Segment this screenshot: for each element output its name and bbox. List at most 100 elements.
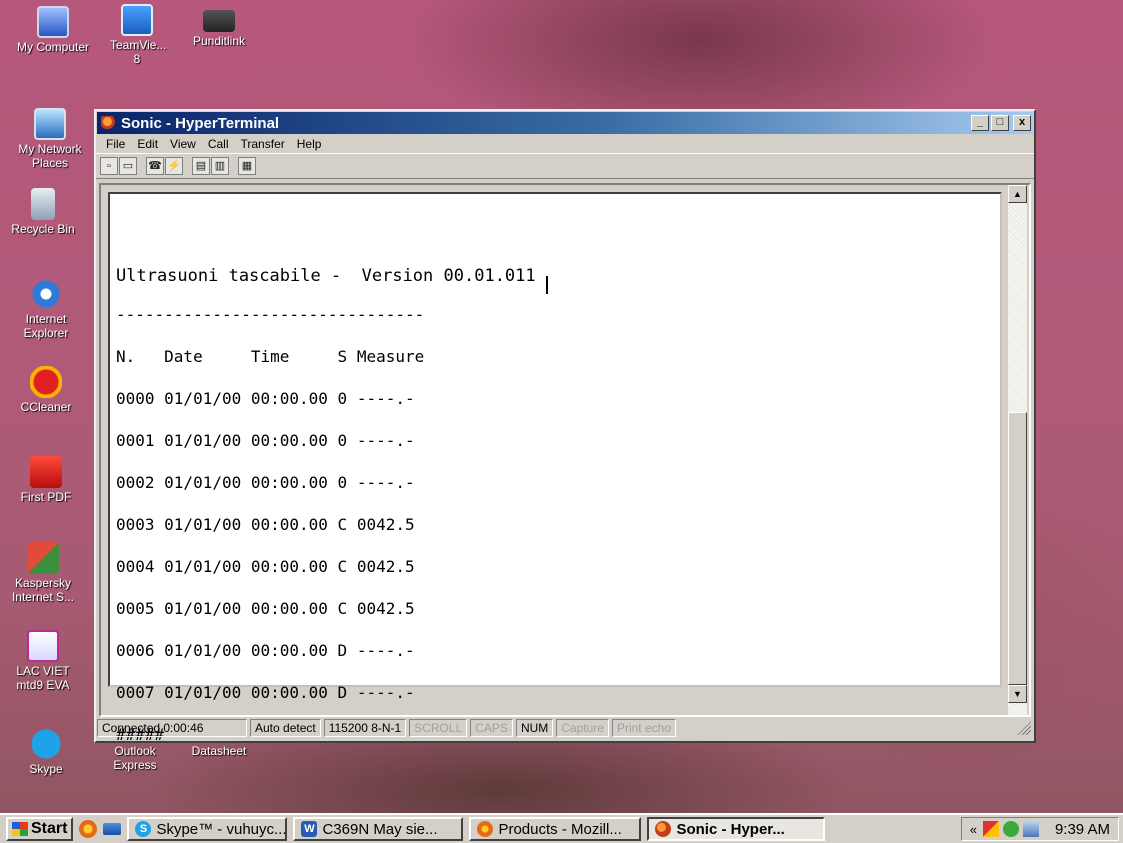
status-caps: CAPS xyxy=(470,719,513,737)
terminal-client-area: Ultrasuoni tascabile - Version 00.01.011… xyxy=(99,183,1031,743)
terminal-header-line: N. Date Time S Measure xyxy=(116,347,425,366)
taskbar: Start S Skype™ - vuhuyc... W C369N May s… xyxy=(0,813,1123,843)
terminal-row: 0002 01/01/00 00:00.00 0 ----.- xyxy=(116,473,415,492)
status-connected: Connected 0:00:46 xyxy=(97,719,247,737)
ccleaner-icon xyxy=(30,366,62,398)
recycle-bin-icon xyxy=(31,188,55,220)
status-detect: Auto detect xyxy=(250,719,321,737)
taskbar-item-label: Skype™ - vuhuyc... xyxy=(156,820,287,838)
desktop-icon-teamviewer[interactable]: TeamVie... 8 xyxy=(94,4,180,66)
desktop-icon-my-network-places[interactable]: My Network Places xyxy=(2,108,98,170)
scroll-up-icon[interactable]: ▲ xyxy=(1008,185,1027,203)
desktop-icon-label: TeamVie... 8 xyxy=(110,38,167,66)
taskbar-item-skype[interactable]: S Skype™ - vuhuyc... xyxy=(127,817,288,841)
status-capture: Capture xyxy=(556,719,609,737)
menu-view[interactable]: View xyxy=(164,137,202,151)
desktop-icon-label: Recycle Bin xyxy=(11,222,75,236)
desktop-icon-label: Punditlink xyxy=(192,34,246,48)
open-icon[interactable]: ▭ xyxy=(119,157,137,175)
maximize-button[interactable]: □ xyxy=(991,115,1009,131)
taskbar-item-word[interactable]: W C369N May sie... xyxy=(293,817,464,841)
taskbar-item-label: Products - Mozill... xyxy=(498,820,622,838)
menu-file[interactable]: File xyxy=(100,137,131,151)
terminal-rule-line: -------------------------------- xyxy=(116,305,425,324)
show-desktop-icon[interactable] xyxy=(103,823,122,835)
window-title: Sonic - HyperTerminal xyxy=(121,114,280,132)
desktop-icon-label: My Network Places xyxy=(18,142,82,170)
scroll-down-icon[interactable]: ▼ xyxy=(1008,685,1027,703)
menu-transfer[interactable]: Transfer xyxy=(235,137,291,151)
hyperterminal-icon xyxy=(101,116,117,130)
terminal-row: 0003 01/01/00 00:00.00 C 0042.5 xyxy=(116,515,415,534)
desktop-icon-label: Skype xyxy=(29,762,63,776)
new-icon[interactable]: ▫ xyxy=(100,157,118,175)
terminal-title-line: Ultrasuoni tascabile - Version 00.01.011 xyxy=(116,266,536,286)
desktop-icon-label: First PDF xyxy=(20,490,72,504)
desktop-icon-label: Internet Explorer xyxy=(23,312,69,340)
menu-help[interactable]: Help xyxy=(291,137,328,151)
tray-expand-icon[interactable]: « xyxy=(970,822,977,837)
close-button[interactable]: x xyxy=(1013,115,1031,131)
send-icon[interactable]: ▤ xyxy=(192,157,210,175)
word-icon: W xyxy=(301,821,318,837)
skype-icon xyxy=(30,728,62,760)
terminal-row: 0004 01/01/00 00:00.00 C 0042.5 xyxy=(116,557,415,576)
security-alert-icon[interactable] xyxy=(982,821,999,837)
taskbar-item-hyperterminal[interactable]: Sonic - Hyper... xyxy=(647,817,826,841)
desktop-icon-lac-viet[interactable]: LAC VIET mtd9 EVA xyxy=(0,630,86,692)
terminal-row: 0005 01/01/00 00:00.00 C 0042.5 xyxy=(116,599,415,618)
skype-icon: S xyxy=(135,821,152,837)
desktop-icon-kaspersky[interactable]: Kaspersky Internet S... xyxy=(0,542,86,604)
resize-grip-icon[interactable] xyxy=(1017,721,1031,735)
internet-explorer-icon xyxy=(30,278,62,310)
properties-icon[interactable]: ▦ xyxy=(238,157,256,175)
hyperterminal-window[interactable]: Sonic - HyperTerminal _ □ x File Edit Vi… xyxy=(94,109,1036,743)
terminal-screen[interactable]: Ultrasuoni tascabile - Version 00.01.011… xyxy=(108,192,1002,743)
pdf-icon xyxy=(30,456,62,488)
status-num: NUM xyxy=(515,719,554,737)
firefox-quicklaunch-icon[interactable] xyxy=(79,820,98,838)
menu-call[interactable]: Call xyxy=(202,137,235,151)
monitor-icon[interactable] xyxy=(1022,821,1039,837)
disconnect-icon[interactable]: ⚡ xyxy=(165,157,183,175)
desktop-icon-recycle-bin[interactable]: Recycle Bin xyxy=(0,188,86,236)
desktop-icon-label: LAC VIET mtd9 EVA xyxy=(16,664,70,692)
desktop-icon-label: CCleaner xyxy=(20,400,72,414)
status-bar: Connected 0:00:46 Auto detect 115200 8-N… xyxy=(97,717,1033,739)
desktop-icon-ccleaner[interactable]: CCleaner xyxy=(3,366,89,414)
lac-viet-icon xyxy=(27,630,59,662)
kaspersky-icon xyxy=(27,542,59,574)
status-port: 115200 8-N-1 xyxy=(323,719,407,737)
status-print-echo: Print echo xyxy=(611,719,676,737)
network-status-icon[interactable] xyxy=(1002,821,1019,837)
desktop-icon-label: My Computer xyxy=(16,40,90,54)
teamviewer-icon xyxy=(121,4,153,36)
status-scroll: SCROLL xyxy=(409,719,468,737)
system-tray: « 9:39 AM xyxy=(960,817,1119,841)
vertical-scrollbar[interactable]: ▲ ▼ xyxy=(1008,185,1027,715)
minimize-button[interactable]: _ xyxy=(971,115,989,131)
terminal-row: 0000 01/01/00 00:00.00 0 ----.- xyxy=(116,389,415,408)
clock[interactable]: 9:39 AM xyxy=(1055,821,1110,838)
menu-edit[interactable]: Edit xyxy=(131,137,164,151)
desktop-icon-my-computer[interactable]: My Computer xyxy=(10,6,96,54)
firefox-icon xyxy=(477,821,494,837)
terminal-row: 0007 01/01/00 00:00.00 D ----.- xyxy=(116,683,415,702)
start-button[interactable]: Start xyxy=(6,817,74,841)
desktop-icon-internet-explorer[interactable]: Internet Explorer xyxy=(3,278,89,340)
desktop-icon-skype[interactable]: Skype xyxy=(3,728,89,776)
title-bar[interactable]: Sonic - HyperTerminal _ □ x xyxy=(97,112,1033,134)
taskbar-item-firefox[interactable]: Products - Mozill... xyxy=(469,817,642,841)
connect-icon[interactable]: ☎ xyxy=(146,157,164,175)
menu-bar: File Edit View Call Transfer Help xyxy=(96,135,1034,153)
windows-flag-icon xyxy=(12,822,28,836)
taskbar-item-label: C369N May sie... xyxy=(322,820,438,838)
toolbar: ▫ ▭ ☎ ⚡ ▤ ▥ ▦ xyxy=(96,153,1034,179)
computer-icon xyxy=(37,6,69,38)
desktop-icon-first-pdf[interactable]: First PDF xyxy=(3,456,89,504)
scrollbar-thumb[interactable] xyxy=(1008,412,1027,685)
punditlink-icon xyxy=(203,10,235,32)
hyperterminal-icon xyxy=(655,821,672,837)
receive-icon[interactable]: ▥ xyxy=(211,157,229,175)
desktop-icon-punditlink[interactable]: Punditlink xyxy=(176,4,262,48)
